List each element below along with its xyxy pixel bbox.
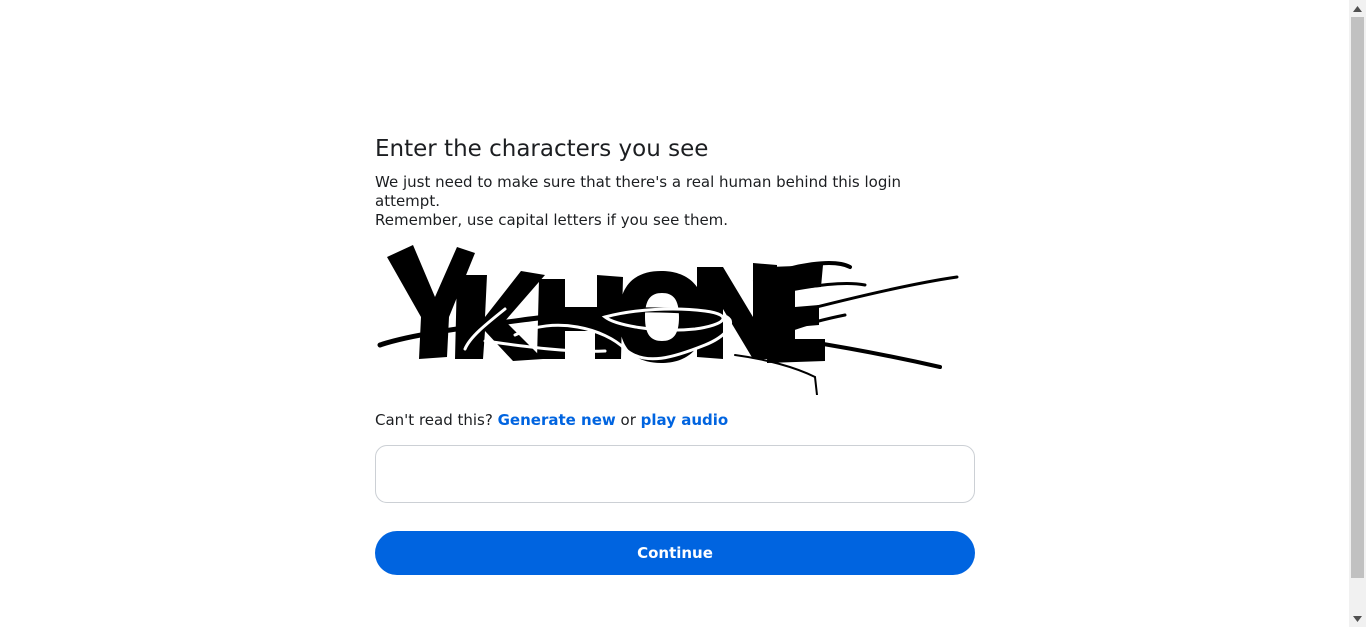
- description-line-1: We just need to make sure that there's a…: [375, 173, 902, 210]
- scroll-up-button[interactable]: [1349, 0, 1366, 17]
- description-line-2: Remember, use capital letters if you see…: [375, 211, 729, 229]
- captcha-glyph-e: [767, 265, 825, 363]
- scroll-thumb[interactable]: [1351, 17, 1364, 578]
- captcha-description: We just need to make sure that there's a…: [375, 173, 955, 230]
- vertical-scrollbar[interactable]: [1349, 0, 1366, 627]
- chevron-up-icon: [1353, 5, 1362, 12]
- cant-read-row: Can't read this? Generate new or play au…: [375, 411, 975, 429]
- continue-button[interactable]: Continue: [375, 531, 975, 575]
- generate-new-link[interactable]: Generate new: [498, 411, 616, 429]
- captcha-input-wrapper: [375, 445, 975, 503]
- captcha-form: Enter the characters you see We just nee…: [375, 133, 975, 575]
- captcha-input[interactable]: [375, 445, 975, 503]
- chevron-down-icon: [1353, 615, 1362, 622]
- page: Enter the characters you see We just nee…: [0, 0, 1366, 627]
- scroll-down-button[interactable]: [1349, 610, 1366, 627]
- or-text: or: [620, 411, 636, 429]
- cant-read-text: Can't read this?: [375, 411, 493, 429]
- captcha-image: [377, 245, 959, 395]
- play-audio-link[interactable]: play audio: [641, 411, 729, 429]
- page-title: Enter the characters you see: [375, 136, 709, 162]
